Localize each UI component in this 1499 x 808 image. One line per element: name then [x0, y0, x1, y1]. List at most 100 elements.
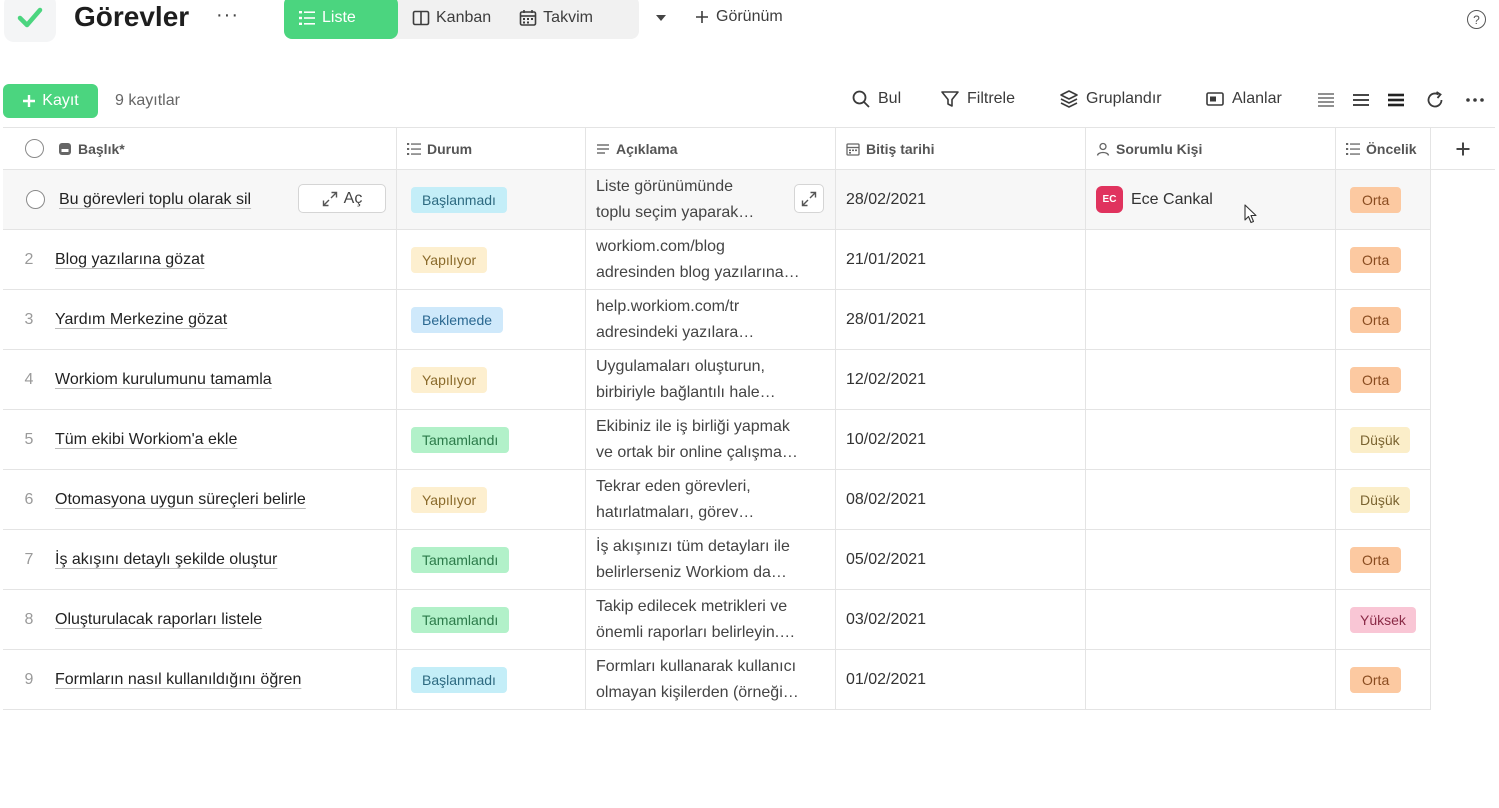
select-all-checkbox[interactable]	[25, 139, 44, 158]
due-date-cell[interactable]: 12/02/2021	[836, 350, 1086, 409]
column-header-title[interactable]: Başlık*	[3, 128, 397, 169]
assignee-cell[interactable]	[1086, 650, 1336, 709]
tab-liste[interactable]: Liste	[284, 0, 398, 39]
status-cell[interactable]: Başlanmadı	[397, 650, 586, 709]
title-cell[interactable]: 4 Workiom kurulumunu tamamla	[3, 350, 397, 409]
status-cell[interactable]: Tamamlandı	[397, 590, 586, 649]
table-row[interactable]: 9 Formların nasıl kullanıldığını öğren Baş…	[3, 650, 1431, 710]
status-cell[interactable]: Başlanmadı	[397, 170, 586, 229]
status-cell[interactable]: Yapılıyor	[397, 350, 586, 409]
description-cell[interactable]: Tekrar eden görevleri, hatırlatmaları, gö…	[586, 470, 836, 529]
row-height-short-icon[interactable]	[1316, 90, 1336, 110]
due-date-cell[interactable]: 01/02/2021	[836, 650, 1086, 709]
title-cell[interactable]: 2 Blog yazılarına gözat	[3, 230, 397, 289]
assignee-cell[interactable]	[1086, 530, 1336, 589]
row-height-tall-icon[interactable]	[1386, 90, 1406, 110]
tab-kanban[interactable]: Kanban	[398, 0, 505, 39]
priority-cell[interactable]: Orta	[1336, 230, 1431, 289]
title-cell[interactable]: 8 Oluşturulacak raporları listele	[3, 590, 397, 649]
title-cell[interactable]: Bu görevleri toplu olarak sil Aç	[3, 170, 397, 229]
table-row[interactable]: 4 Workiom kurulumunu tamamla Yapılıyor Uygu…	[3, 350, 1431, 410]
due-date-cell[interactable]: 08/02/2021	[836, 470, 1086, 529]
task-title[interactable]: Workiom kurulumunu tamamla	[55, 371, 272, 389]
add-view-button[interactable]: Görünüm	[694, 8, 783, 26]
priority-cell[interactable]: Düşük	[1336, 470, 1431, 529]
table-row[interactable]: 7 İş akışını detaylı şekilde oluştur Tamam…	[3, 530, 1431, 590]
priority-cell[interactable]: Orta	[1336, 530, 1431, 589]
table-row[interactable]: 3 Yardım Merkezine gözat Beklemede help.wor…	[3, 290, 1431, 350]
due-date-cell[interactable]: 03/02/2021	[836, 590, 1086, 649]
find-button[interactable]: Bul	[851, 89, 901, 109]
title-cell[interactable]: 9 Formların nasıl kullanıldığını öğren	[3, 650, 397, 709]
column-header-status[interactable]: Durum	[397, 128, 586, 169]
assignee-cell[interactable]	[1086, 410, 1336, 469]
table-row[interactable]: 5 Tüm ekibi Workiom'a ekle Tamamlandı Ekibi…	[3, 410, 1431, 470]
description-cell[interactable]: İş akışınızı tüm detayları ile belirlerse…	[586, 530, 836, 589]
priority-cell[interactable]: Orta	[1336, 170, 1431, 229]
priority-cell[interactable]: Orta	[1336, 650, 1431, 709]
status-cell[interactable]: Tamamlandı	[397, 410, 586, 469]
task-title[interactable]: İş akışını detaylı şekilde oluştur	[55, 551, 277, 569]
group-button[interactable]: Gruplandır	[1059, 89, 1162, 109]
task-title[interactable]: Otomasyona uygun süreçleri belirle	[55, 491, 306, 509]
column-header-due-date[interactable]: Bitiş tarihi	[836, 128, 1086, 169]
status-cell[interactable]: Beklemede	[397, 290, 586, 349]
task-title[interactable]: Tüm ekibi Workiom'a ekle	[55, 431, 237, 449]
open-record-button[interactable]: Aç	[298, 184, 386, 213]
assignee-cell[interactable]	[1086, 590, 1336, 649]
fields-button[interactable]: Alanlar	[1205, 89, 1282, 109]
title-cell[interactable]: 6 Otomasyona uygun süreçleri belirle	[3, 470, 397, 529]
priority-cell[interactable]: Orta	[1336, 350, 1431, 409]
table-row[interactable]: 8 Oluşturulacak raporları listele Tamamlan…	[3, 590, 1431, 650]
title-cell[interactable]: 5 Tüm ekibi Workiom'a ekle	[3, 410, 397, 469]
status-cell[interactable]: Yapılıyor	[397, 230, 586, 289]
assignee-cell[interactable]	[1086, 350, 1336, 409]
description-cell[interactable]: Ekibiniz ile iş birliği yapmak ve ortak b…	[586, 410, 836, 469]
more-options-icon[interactable]	[1465, 90, 1485, 110]
view-dropdown[interactable]	[654, 8, 668, 33]
assignee-cell[interactable]	[1086, 470, 1336, 529]
status-cell[interactable]: Tamamlandı	[397, 530, 586, 589]
task-title[interactable]: Blog yazılarına gözat	[55, 251, 204, 269]
title-cell[interactable]: 3 Yardım Merkezine gözat	[3, 290, 397, 349]
column-header-assignee[interactable]: Sorumlu Kişi	[1086, 128, 1336, 169]
assignee-cell[interactable]	[1086, 230, 1336, 289]
description-cell[interactable]: workiom.com/blog adresinden blog yazıları…	[586, 230, 836, 289]
priority-cell[interactable]: Orta	[1336, 290, 1431, 349]
due-date-cell[interactable]: 10/02/2021	[836, 410, 1086, 469]
task-title[interactable]: Bu görevleri toplu olarak sil	[59, 191, 251, 209]
due-date-cell[interactable]: 21/01/2021	[836, 230, 1086, 289]
column-header-description[interactable]: Açıklama	[586, 128, 836, 169]
description-cell[interactable]: Takip edilecek metrikleri ve önemli rapor…	[586, 590, 836, 649]
priority-cell[interactable]: Düşük	[1336, 410, 1431, 469]
due-date-cell[interactable]: 28/01/2021	[836, 290, 1086, 349]
description-cell[interactable]: Uygulamaları oluşturun, birbiriyle bağlan…	[586, 350, 836, 409]
table-row[interactable]: 6 Otomasyona uygun süreçleri belirle Yapıl…	[3, 470, 1431, 530]
row-height-medium-icon[interactable]	[1351, 90, 1371, 110]
description-cell[interactable]: help.workiom.com/tr adresindeki yazılara…	[586, 290, 836, 349]
help-icon[interactable]: ?	[1467, 10, 1486, 29]
row-checkbox[interactable]	[26, 190, 45, 209]
more-options-icon[interactable]: ···	[216, 4, 239, 27]
tab-takvim[interactable]: Takvim	[505, 0, 607, 39]
table-row[interactable]: 2 Blog yazılarına gözat Yapılıyor workiom.c…	[3, 230, 1431, 290]
assignee-cell[interactable]: EC Ece Cankal	[1086, 170, 1336, 229]
refresh-icon[interactable]	[1425, 90, 1445, 110]
title-cell[interactable]: 7 İş akışını detaylı şekilde oluştur	[3, 530, 397, 589]
expand-description-button[interactable]	[794, 184, 824, 213]
add-record-button[interactable]: Kayıt	[3, 84, 98, 118]
priority-cell[interactable]: Yüksek	[1336, 590, 1431, 649]
task-title[interactable]: Formların nasıl kullanıldığını öğren	[55, 671, 301, 689]
description-cell[interactable]: Formları kullanarak kullanıcı olmayan kiş…	[586, 650, 836, 709]
table-row[interactable]: Bu görevleri toplu olarak sil Aç Başlanmad…	[3, 170, 1431, 230]
add-column-button[interactable]	[1431, 127, 1495, 170]
due-date-cell[interactable]: 05/02/2021	[836, 530, 1086, 589]
task-title[interactable]: Oluşturulacak raporları listele	[55, 611, 262, 629]
description-cell[interactable]: Liste görünümünde toplu seçim yaparak…	[586, 170, 836, 229]
status-cell[interactable]: Yapılıyor	[397, 470, 586, 529]
column-header-priority[interactable]: Öncelik	[1336, 128, 1431, 169]
filter-button[interactable]: Filtrele	[940, 89, 1015, 109]
task-title[interactable]: Yardım Merkezine gözat	[55, 311, 227, 329]
assignee-cell[interactable]	[1086, 290, 1336, 349]
due-date-cell[interactable]: 28/02/2021	[836, 170, 1086, 229]
